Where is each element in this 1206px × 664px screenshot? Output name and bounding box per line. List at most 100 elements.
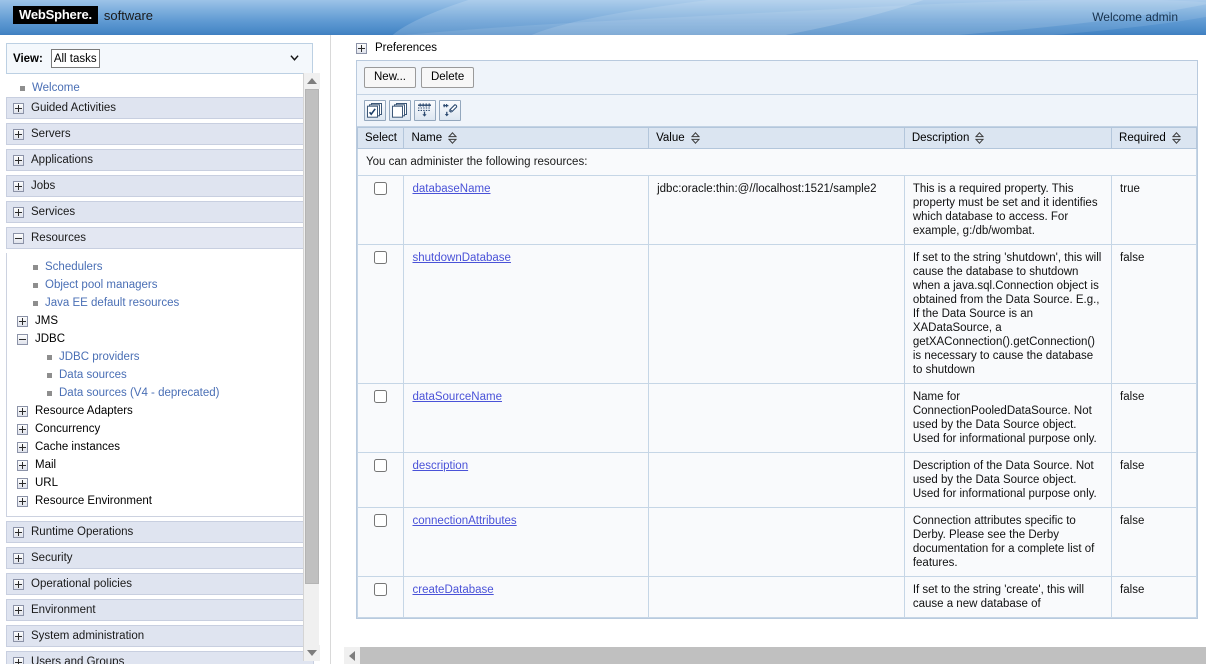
- sidebar-scrollbar[interactable]: [303, 73, 320, 661]
- sort-toggle-icon[interactable]: [1171, 132, 1181, 144]
- expand-plus-icon[interactable]: [17, 459, 28, 471]
- view-select[interactable]: All tasks: [50, 49, 100, 68]
- sidebar-group-security[interactable]: Security: [6, 547, 314, 569]
- sidebar-group-runtime-operations[interactable]: Runtime Operations: [6, 521, 314, 543]
- sidebar-group-jobs[interactable]: Jobs: [6, 175, 314, 197]
- sidebar-group-operational-policies[interactable]: Operational policies: [6, 573, 314, 595]
- sidebar-group-resources[interactable]: Resources: [6, 227, 314, 249]
- sidebar-item-data-sources[interactable]: Data sources: [25, 366, 309, 384]
- sidebar-group-concurrency[interactable]: Concurrency: [11, 420, 309, 438]
- sidebar-item-welcome[interactable]: Welcome: [6, 79, 314, 97]
- expand-plus-icon[interactable]: [13, 180, 24, 192]
- scroll-left-arrow-icon[interactable]: [344, 647, 360, 664]
- sidebar-group-resource-adapters[interactable]: Resource Adapters: [11, 402, 309, 420]
- table-row: dataSourceName Name for ConnectionPooled…: [356, 383, 1197, 453]
- expand-plus-icon[interactable]: [13, 154, 24, 166]
- expand-plus-icon[interactable]: [356, 42, 367, 54]
- column-header-required[interactable]: Required: [1111, 127, 1197, 149]
- sidebar-item-jdbc-providers[interactable]: JDBC providers: [25, 348, 309, 366]
- delete-button[interactable]: Delete: [420, 67, 475, 88]
- expand-plus-icon[interactable]: [13, 102, 24, 114]
- sidebar-link-object-pool-managers[interactable]: Object pool managers: [45, 279, 158, 291]
- show-filter-rows-icon[interactable]: [414, 100, 436, 121]
- sidebar-group-label: JDBC: [35, 333, 66, 345]
- sidebar-item-java-ee-default-resources[interactable]: Java EE default resources: [11, 294, 309, 312]
- property-link[interactable]: createDatabase: [412, 584, 493, 596]
- sidebar-link-data-sources[interactable]: Data sources: [59, 369, 127, 381]
- sidebar-group-jdbc[interactable]: JDBC: [11, 330, 309, 348]
- expand-plus-icon[interactable]: [13, 604, 24, 616]
- expand-plus-icon[interactable]: [13, 206, 24, 218]
- sidebar-group-system-administration[interactable]: System administration: [6, 625, 314, 647]
- sidebar-group-jms[interactable]: JMS: [11, 312, 309, 330]
- view-filter-bar: View: All tasks: [6, 43, 313, 74]
- sidebar-group-users-and-groups[interactable]: Users and Groups: [6, 651, 314, 664]
- collapse-minus-icon[interactable]: [17, 333, 28, 345]
- row-name-cell: dataSourceName: [403, 383, 650, 453]
- scroll-up-arrow-icon[interactable]: [304, 73, 320, 89]
- sidebar-group-cache-instances[interactable]: Cache instances: [11, 438, 309, 456]
- row-name-cell: shutdownDatabase: [403, 244, 650, 384]
- column-header-name[interactable]: Name: [403, 127, 650, 149]
- sidebar-item-data-sources-v4[interactable]: Data sources (V4 - deprecated): [25, 384, 309, 402]
- row-checkbox[interactable]: [374, 390, 388, 403]
- deselect-all-icon[interactable]: [389, 100, 411, 121]
- expand-plus-icon[interactable]: [17, 423, 28, 435]
- expand-plus-icon[interactable]: [17, 495, 28, 507]
- property-link[interactable]: dataSourceName: [412, 391, 502, 403]
- content-horizontal-scrollbar[interactable]: [344, 647, 1206, 664]
- row-checkbox[interactable]: [374, 182, 388, 195]
- sidebar-group-applications[interactable]: Applications: [6, 149, 314, 171]
- select-all-icon[interactable]: [364, 100, 386, 121]
- sort-toggle-icon[interactable]: [690, 132, 700, 144]
- bullet-icon: [47, 354, 52, 360]
- row-required-cell: false: [1111, 383, 1197, 453]
- row-checkbox[interactable]: [374, 459, 388, 472]
- row-checkbox[interactable]: [374, 583, 388, 596]
- expand-plus-icon[interactable]: [17, 477, 28, 489]
- collapse-minus-icon[interactable]: [13, 232, 24, 244]
- sidebar-link-welcome[interactable]: Welcome: [32, 82, 80, 94]
- column-header-description[interactable]: Description: [904, 127, 1113, 149]
- expand-plus-icon[interactable]: [13, 578, 24, 590]
- expand-plus-icon[interactable]: [17, 405, 28, 417]
- expand-plus-icon[interactable]: [17, 315, 28, 327]
- row-checkbox[interactable]: [374, 251, 388, 264]
- sidebar-scrollbar-thumb[interactable]: [305, 89, 319, 584]
- sort-toggle-icon[interactable]: [975, 132, 985, 144]
- sidebar-group-mail[interactable]: Mail: [11, 456, 309, 474]
- expand-plus-icon[interactable]: [13, 128, 24, 140]
- property-link[interactable]: shutdownDatabase: [412, 252, 510, 264]
- sidebar-group-guided-activities[interactable]: Guided Activities: [6, 97, 314, 119]
- sidebar-group-resource-environment[interactable]: Resource Environment: [11, 492, 309, 510]
- row-checkbox[interactable]: [374, 514, 388, 527]
- sidebar-item-object-pool-managers[interactable]: Object pool managers: [11, 276, 309, 294]
- horizontal-scrollbar-track[interactable]: [360, 647, 1206, 664]
- expand-plus-icon[interactable]: [13, 552, 24, 564]
- property-link[interactable]: connectionAttributes: [412, 515, 516, 527]
- sidebar-link-schedulers[interactable]: Schedulers: [45, 261, 103, 273]
- column-header-value[interactable]: Value: [648, 127, 905, 149]
- expand-plus-icon[interactable]: [13, 656, 24, 664]
- expand-plus-icon[interactable]: [17, 441, 28, 453]
- new-button[interactable]: New...: [364, 67, 416, 88]
- sidebar-group-servers[interactable]: Servers: [6, 123, 314, 145]
- expand-plus-icon[interactable]: [13, 526, 24, 538]
- property-link[interactable]: databaseName: [412, 183, 490, 195]
- sidebar-group-services[interactable]: Services: [6, 201, 314, 223]
- sidebar-group-label: Applications: [31, 154, 94, 166]
- preferences-toggle[interactable]: Preferences: [344, 35, 1206, 60]
- property-link[interactable]: description: [412, 460, 468, 472]
- sidebar-item-schedulers[interactable]: Schedulers: [11, 258, 309, 276]
- sidebar-link-java-ee-default-resources[interactable]: Java EE default resources: [45, 297, 179, 309]
- sidebar-link-jdbc-providers[interactable]: JDBC providers: [59, 351, 140, 363]
- column-header-select[interactable]: Select: [356, 127, 405, 149]
- expand-plus-icon[interactable]: [13, 630, 24, 642]
- scroll-down-arrow-icon[interactable]: [304, 645, 320, 661]
- sort-toggle-icon[interactable]: [448, 132, 458, 144]
- sidebar-group-url[interactable]: URL: [11, 474, 309, 492]
- sidebar-group-label: Runtime Operations: [31, 526, 134, 538]
- sidebar-link-data-sources-v4[interactable]: Data sources (V4 - deprecated): [59, 387, 219, 399]
- sidebar-group-environment[interactable]: Environment: [6, 599, 314, 621]
- clear-filter-icon[interactable]: [439, 100, 461, 121]
